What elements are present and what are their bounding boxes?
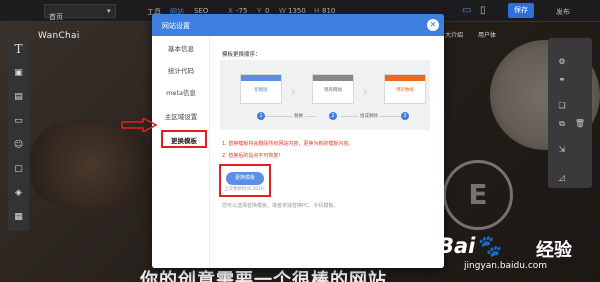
change-template-button[interactable]: 更换模板 <box>226 172 264 185</box>
step-card-label: 用新数据 <box>396 88 414 93</box>
arrange-icon[interactable]: ⇲ <box>556 144 568 156</box>
baidu-url: jingyan.baidu.com <box>464 261 548 271</box>
step-card-bar <box>241 75 281 81</box>
right-toolbar: ⚙ ⚭ ❏ ⧉ 🗑 ⇲ ◿ <box>548 38 592 188</box>
button-tool-icon[interactable]: ▭ <box>11 114 26 129</box>
step-number: 1 <box>257 112 265 120</box>
copy-icon[interactable]: ⧉ <box>556 118 568 130</box>
sidebar-item-stats-code[interactable]: 统计代码 <box>152 62 210 80</box>
settings-icon[interactable]: ⚙ <box>556 56 568 68</box>
step-connector <box>265 116 315 117</box>
site-settings-dialog: 网站设置 × 基本信息 统计代码 meta信息 主区域设置 更换模板 模板更换顺… <box>152 14 444 268</box>
step-card-current-site: 现有网站 <box>312 74 354 104</box>
image-tool-icon[interactable]: ▣ <box>11 66 26 81</box>
mobile-view-icon[interactable]: ▯ <box>480 5 486 16</box>
chat-tool-icon[interactable]: ▢ <box>11 162 26 177</box>
chevron-right-icon: › <box>362 82 369 101</box>
step-caption: 组成剩除 <box>358 113 380 119</box>
update-info: 上次更新时间 2016 <box>224 187 264 192</box>
red-arrow-annotation <box>121 118 157 132</box>
slideshow-tool-icon[interactable]: ▤ <box>11 90 26 105</box>
site-nav-item[interactable]: 大介绍 <box>445 30 463 39</box>
baidu-jingyan: 经验 <box>536 240 572 261</box>
baidu-logo: Bai🐾 <box>438 234 502 258</box>
align-icon[interactable]: ◿ <box>556 172 568 184</box>
tip-text: 您可以选择替换模板，或者单独替换PC、手机模板。 <box>222 203 339 209</box>
save-button[interactable]: 保存 <box>508 3 534 18</box>
step-card-bar <box>313 75 353 81</box>
steps-title: 模板更换顺序： <box>222 52 261 58</box>
button-highlight: 更换模板 <box>219 164 271 197</box>
shape-tool-icon[interactable]: ◈ <box>11 186 26 201</box>
text-tool-icon[interactable]: T <box>11 42 26 57</box>
page-selector-value: 首页 <box>49 13 63 21</box>
warning-text: 1. 替换模板将会删除所有网站内容，更换为新的模板内容。 <box>222 141 354 147</box>
site-nav-item[interactable]: 用户体 <box>478 30 496 39</box>
sidebar-item-meta-info[interactable]: meta信息 <box>152 84 210 102</box>
emoji-tool-icon[interactable]: ☺ <box>11 138 26 153</box>
step-card-bar <box>385 75 425 81</box>
sidebar-item-basic-info[interactable]: 基本信息 <box>152 40 210 58</box>
page-selector[interactable]: 首页 ▾ <box>44 4 116 21</box>
sidebar-item-change-template[interactable]: 更换模板 <box>161 130 207 148</box>
close-icon[interactable]: × <box>427 19 439 31</box>
dialog-header: 网站设置 × <box>152 14 444 36</box>
publish-button[interactable]: 发布 <box>556 7 570 17</box>
chevron-down-icon: ▾ <box>107 7 111 15</box>
paw-icon: 🐾 <box>475 234 502 258</box>
step-card-new-data: 用新数据 <box>384 74 426 104</box>
site-headline: 你的创意需要一个很棒的网站 <box>140 270 387 282</box>
left-toolbar: T ▣ ▤ ▭ ☺ ▢ ◈ ▦ <box>8 36 29 231</box>
dialog-content: 模板更换顺序： 新模版 › 现有网站 › 用新数据 1 2 3 替换 组成剩除 <box>210 36 444 268</box>
layout-tool-icon[interactable]: ▦ <box>11 210 26 225</box>
baidu-watermark: Bai🐾 经验 jingyan.baidu.com <box>436 232 596 278</box>
site-brand: WanChai <box>38 31 80 41</box>
food-meat-image <box>30 120 150 210</box>
dialog-title: 网站设置 <box>162 22 190 30</box>
step-number: 3 <box>401 112 409 120</box>
step-card-label: 现有网站 <box>324 88 342 93</box>
chevron-right-icon: › <box>290 82 297 101</box>
step-card-label: 新模版 <box>254 88 268 93</box>
step-number: 2 <box>329 112 337 120</box>
step-card-new-template: 新模版 <box>240 74 282 104</box>
layers-icon[interactable]: ❏ <box>556 100 568 112</box>
badge-stamp: E <box>443 160 513 230</box>
delete-icon[interactable]: 🗑 <box>574 118 586 130</box>
steps-diagram: 新模版 › 现有网站 › 用新数据 1 2 3 替换 组成剩除 <box>220 60 430 130</box>
step-caption: 替换 <box>292 113 305 119</box>
desktop-view-icon[interactable]: ▭ <box>462 5 471 16</box>
warning-text: 2. 替换后的站点不可恢复！ <box>222 153 284 159</box>
link-icon[interactable]: ⚭ <box>556 74 568 86</box>
sidebar-item-main-area[interactable]: 主区域设置 <box>152 108 210 126</box>
dialog-sidebar: 基本信息 统计代码 meta信息 主区域设置 更换模板 <box>152 36 210 268</box>
